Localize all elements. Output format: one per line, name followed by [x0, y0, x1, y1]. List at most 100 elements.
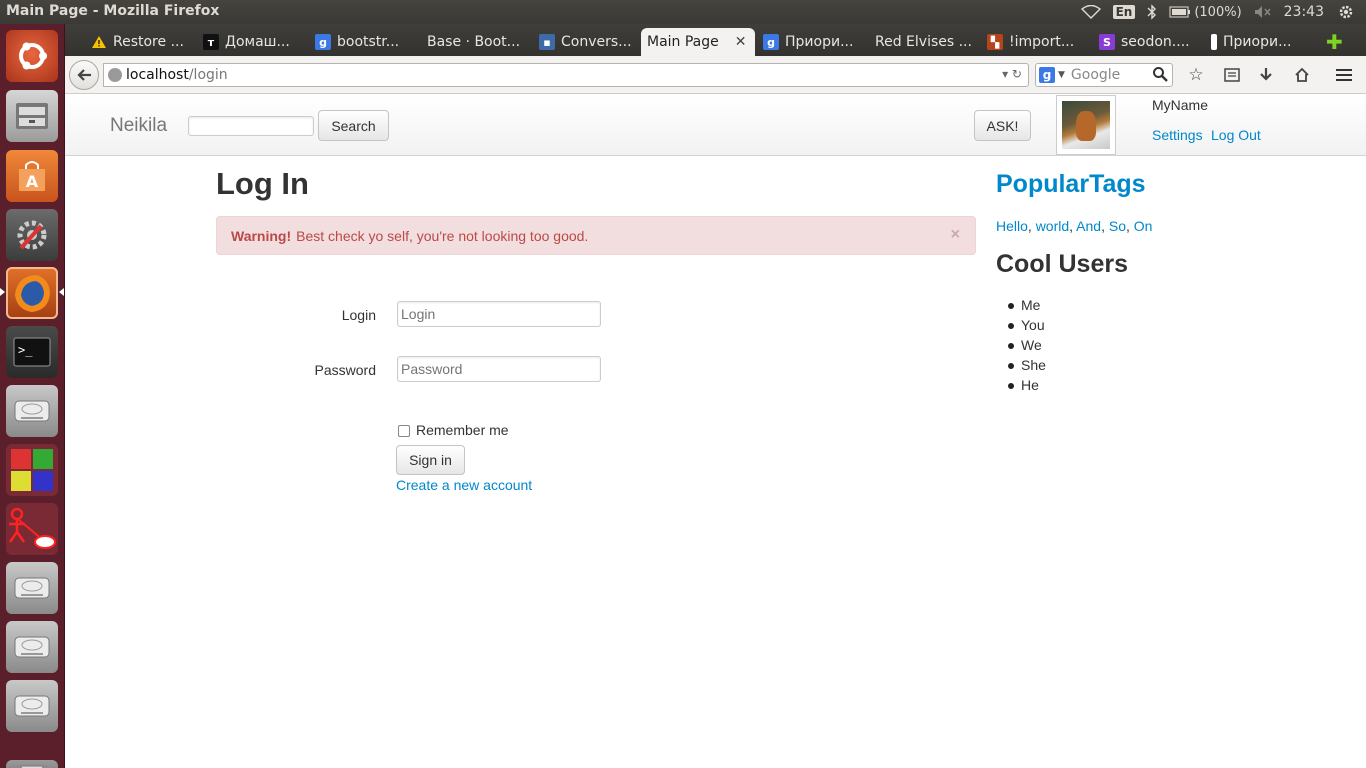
- tag-link[interactable]: Hello: [996, 218, 1028, 234]
- menu-icon[interactable]: [1333, 65, 1355, 85]
- clock[interactable]: 23:43: [1284, 4, 1324, 20]
- url-bar[interactable]: localhost/login ▾ ↻: [103, 63, 1029, 87]
- url-host: localhost: [126, 67, 189, 83]
- uml-tool-icon[interactable]: [6, 503, 58, 555]
- top-panel: Main Page - Mozilla Firefox En (100%) 23…: [0, 0, 1366, 24]
- search-bar[interactable]: g ▼ Google: [1035, 63, 1173, 87]
- browser-tab[interactable]: S seodon....: [1093, 28, 1205, 56]
- password-input[interactable]: [397, 356, 601, 382]
- tab-favicon: S: [1099, 34, 1115, 50]
- browser-tab[interactable]: g bootstr...: [309, 28, 421, 56]
- browser-tab[interactable]: Red Elvises ...: [869, 28, 981, 56]
- disk-icon[interactable]: [6, 385, 58, 437]
- tab-label: !import...: [1009, 34, 1075, 50]
- battery-indicator[interactable]: (100%): [1169, 5, 1242, 20]
- google-icon: g: [315, 34, 331, 50]
- list-item: Me: [1008, 297, 1046, 317]
- url-path: /login: [188, 67, 228, 83]
- remember-checkbox[interactable]: [398, 425, 410, 437]
- bookmark-star-icon[interactable]: ☆: [1185, 65, 1207, 85]
- keyboard-language[interactable]: En: [1112, 5, 1136, 19]
- window-title: Main Page - Mozilla Firefox: [6, 3, 220, 19]
- home-icon[interactable]: [1291, 65, 1313, 85]
- tag-link[interactable]: world: [1036, 218, 1069, 234]
- system-settings-icon[interactable]: [6, 209, 58, 261]
- users-list: Me You We She He: [1008, 297, 1046, 397]
- chat-icon: ▪: [539, 34, 555, 50]
- browser-tab[interactable]: Base · Boot...: [421, 28, 533, 56]
- tab-favicon: ▚: [987, 34, 1003, 50]
- tab-close-icon[interactable]: ✕: [735, 34, 747, 50]
- back-arrow-icon[interactable]: [69, 60, 99, 90]
- site-navbar: Neikila Search ASK! MyName Settings Log …: [65, 95, 1366, 156]
- web-page: Neikila Search ASK! MyName Settings Log …: [65, 95, 1366, 768]
- site-search-input[interactable]: [188, 116, 314, 136]
- list-item: You: [1008, 317, 1046, 337]
- tab-label: Base · Boot...: [427, 34, 521, 50]
- cool-users-title: Cool Users: [996, 250, 1128, 278]
- chevron-down-icon[interactable]: ▼: [1058, 70, 1065, 80]
- avatar[interactable]: [1056, 95, 1116, 155]
- reading-list-icon[interactable]: [1221, 65, 1243, 85]
- site-search-button[interactable]: Search: [318, 110, 389, 141]
- browser-tab[interactable]: т Домаш...: [197, 28, 309, 56]
- tag-link[interactable]: And: [1076, 218, 1101, 234]
- wifi-icon[interactable]: [1080, 5, 1101, 19]
- login-input[interactable]: [397, 301, 601, 327]
- search-icon[interactable]: [1152, 66, 1168, 86]
- tags-list: Hello, world, And, So, On: [996, 218, 1153, 234]
- browser-tab[interactable]: ▚ !import...: [981, 28, 1093, 56]
- ask-button[interactable]: ASK!: [974, 110, 1031, 141]
- tab-label: bootstr...: [337, 34, 400, 50]
- bluetooth-icon[interactable]: [1147, 4, 1157, 20]
- list-item: We: [1008, 337, 1046, 357]
- browser-tab[interactable]: g Приори...: [757, 28, 869, 56]
- google-icon[interactable]: g: [1039, 67, 1055, 83]
- cube-app-icon[interactable]: [6, 444, 58, 496]
- firefox-icon[interactable]: [6, 267, 58, 319]
- alert-message: Best check yo self, you're not looking t…: [296, 227, 589, 244]
- browser-tab[interactable]: Restore ...: [85, 28, 197, 56]
- password-label: Password: [314, 362, 376, 378]
- tab-label: Main Page: [647, 34, 719, 50]
- disk-icon[interactable]: [6, 680, 58, 732]
- disk-icon[interactable]: [6, 621, 58, 673]
- terminal-icon[interactable]: >_: [6, 326, 58, 378]
- dropdown-reload-icon[interactable]: ▾ ↻: [1002, 67, 1022, 81]
- download-icon[interactable]: [1255, 65, 1277, 85]
- warning-icon: [91, 34, 107, 50]
- settings-link[interactable]: Settings: [1152, 127, 1203, 143]
- list-item: She: [1008, 357, 1046, 377]
- popular-tags-title[interactable]: PopularTags: [996, 169, 1146, 199]
- logout-link[interactable]: Log Out: [1211, 127, 1261, 143]
- volume-muted-icon[interactable]: [1254, 5, 1272, 19]
- page-title: Log In: [216, 166, 309, 201]
- tab-favicon: т: [203, 34, 219, 50]
- list-item: He: [1008, 377, 1046, 397]
- browser-tab-active[interactable]: Main Page ✕: [641, 28, 755, 56]
- tag-link[interactable]: So: [1109, 218, 1126, 234]
- ubuntu-dash-icon[interactable]: [6, 30, 58, 82]
- remember-label[interactable]: Remember me: [416, 422, 509, 438]
- svg-text:A: A: [26, 172, 39, 191]
- globe-icon[interactable]: [108, 68, 122, 82]
- power-gear-icon[interactable]: [1338, 4, 1354, 20]
- new-tab-icon[interactable]: ✚: [1320, 28, 1346, 56]
- tab-label: Convers...: [561, 34, 632, 50]
- browser-tab[interactable]: ▪ Convers...: [533, 28, 645, 56]
- files-icon[interactable]: [6, 90, 58, 142]
- alert-close-icon[interactable]: ×: [951, 226, 960, 244]
- browser-navbar: localhost/login ▾ ↻ g ▼ Google ☆: [65, 56, 1366, 94]
- main-content: Log In Warning! Best check yo self, you'…: [216, 160, 976, 493]
- avatar-image: [1062, 101, 1110, 149]
- alert-title: Warning!: [231, 227, 292, 244]
- browser-tab[interactable]: Приори...: [1205, 28, 1317, 56]
- trash-icon[interactable]: [6, 760, 58, 768]
- site-brand[interactable]: Neikila: [110, 115, 167, 137]
- create-account-link[interactable]: Create a new account: [396, 477, 532, 493]
- software-center-icon[interactable]: A: [6, 150, 58, 202]
- tag-link[interactable]: On: [1134, 218, 1153, 234]
- signin-button[interactable]: Sign in: [396, 445, 465, 475]
- disk-icon[interactable]: [6, 562, 58, 614]
- warning-alert: Warning! Best check yo self, you're not …: [216, 216, 976, 255]
